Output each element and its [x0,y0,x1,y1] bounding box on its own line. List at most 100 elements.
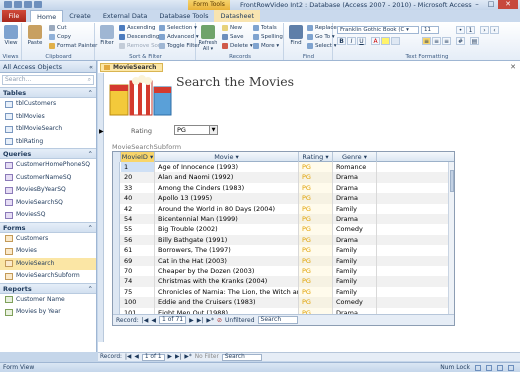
row-selector[interactable] [113,266,120,277]
movieid-cell[interactable]: 61 [121,245,155,256]
find-button[interactable]: Find [285,25,307,46]
genre-cell[interactable]: Family [333,286,377,298]
descending-button[interactable]: Descending [119,34,159,40]
close-document-icon[interactable]: ✕ [510,63,516,71]
new-record-nav-icon[interactable]: ▶* [184,354,191,360]
nav-item-moviesearchsq[interactable]: MovieSearchSQ [0,197,96,210]
font-size-combo[interactable]: 11 [421,26,439,34]
new-record-nav-icon[interactable]: ▶* [206,317,214,324]
table-row[interactable]: 74 Christmas with the Kranks (2004) PG Fami… [113,276,454,287]
table-row[interactable]: 1 Age of Innocence (1993) PG Romance [113,162,454,173]
design-view-icon[interactable] [508,365,514,371]
genre-cell[interactable]: Family [333,266,377,277]
movieid-cell[interactable]: 54 [121,214,155,225]
minimize-button[interactable]: – [470,0,484,9]
nav-section-forms[interactable]: Forms ⌃ [0,221,96,233]
alt-row-color-button[interactable]: ▤ [470,37,479,45]
last-record-icon[interactable]: ▶| [175,354,181,360]
font-color-button[interactable]: A [371,37,380,45]
genre-cell[interactable]: Romance [333,162,377,173]
record-position[interactable]: 1 of 1 [141,353,165,361]
gridlines-button[interactable]: # [456,37,465,45]
genre-cell[interactable]: Comedy [333,297,377,308]
nav-item-moviesbyyearsq[interactable]: MoviesByYearSQ [0,184,96,197]
genre-cell[interactable]: Drama [333,214,377,225]
prev-record-icon[interactable]: ◀ [151,317,156,324]
delete-record-button[interactable]: Delete ▾ [222,43,253,49]
nav-item-customers[interactable]: Customers [0,233,96,246]
nav-section-queries[interactable]: Queries ⌃ [0,148,96,159]
close-button[interactable]: ✕ [498,0,518,9]
tab-create[interactable]: Create [63,10,97,22]
column-header-genre[interactable]: Genre ▾ [333,152,377,162]
movieid-cell[interactable]: 56 [121,234,155,246]
indent-button[interactable]: › [480,26,489,34]
table-row[interactable]: 69 Cat in the Hat (2003) PG Family [113,255,454,266]
movie-cell[interactable]: Around the World in 80 Days (2004) [155,203,299,214]
first-record-icon[interactable]: |◀ [125,354,131,360]
movie-cell[interactable]: Borrowers, The (1997) [155,245,299,256]
nav-item-customer-name[interactable]: Customer Name [0,294,96,307]
movieid-cell[interactable]: 69 [121,255,155,266]
datasheet-view-icon[interactable] [486,365,492,371]
column-header-movieid[interactable]: MovieID ▾ [121,152,155,162]
nav-item-customernamesq[interactable]: CustomerNameSQ [0,172,96,185]
movie-cell[interactable]: Billy Bathgate (1991) [155,234,299,246]
last-record-icon[interactable]: ▶| [197,317,204,324]
go-to-button[interactable]: Go To ▾ [307,34,335,40]
genre-cell[interactable]: Family [333,203,377,214]
movieid-cell[interactable]: 75 [121,286,155,298]
row-selector[interactable] [113,214,120,225]
rating-cell[interactable]: PG [299,297,333,308]
undo-qat-icon[interactable] [24,1,32,8]
movieid-cell[interactable]: 42 [121,203,155,214]
nav-item-customerhomephonesq[interactable]: CustomerHomePhoneSQ [0,159,96,172]
rating-cell[interactable]: PG [299,234,333,246]
movieid-cell[interactable]: 1 [121,162,155,173]
row-selector[interactable] [113,297,120,308]
row-selector[interactable] [113,224,120,235]
movie-cell[interactable]: Bicentennial Man (1999) [155,214,299,225]
bullets-button[interactable]: • [456,26,465,34]
nav-item-tblrating[interactable]: tblRating [0,136,96,149]
movieid-cell[interactable]: 40 [121,193,155,204]
rating-cell[interactable]: PG [299,286,333,298]
genre-cell[interactable]: Family [333,245,377,256]
selection-button[interactable]: Selection ▾ [159,25,197,31]
section-collapse-icon[interactable]: ⌃ [88,223,93,233]
underline-button[interactable]: U [357,37,366,45]
layout-view-icon[interactable] [497,365,503,371]
toggle-filter-button[interactable]: Toggle Filter [159,43,200,49]
genre-cell[interactable]: Family [333,255,377,266]
rating-cell[interactable]: PG [299,255,333,266]
table-row[interactable]: 100 Eddie and the Cruisers (1983) PG Comedy [113,297,454,308]
movieid-cell[interactable]: 74 [121,276,155,287]
new-record-button[interactable]: New [222,25,242,31]
tab-datasheet[interactable]: Datasheet [214,10,261,22]
redo-qat-icon[interactable] [34,1,42,8]
rating-cell[interactable]: PG [299,266,333,277]
row-selector[interactable] [113,245,120,256]
row-selector[interactable] [113,162,120,173]
rating-cell[interactable]: PG [299,162,333,173]
table-row[interactable]: 55 Big Trouble (2002) PG Comedy [113,224,454,235]
sub-search-box[interactable]: Search [257,316,298,324]
section-collapse-icon[interactable]: ⌃ [88,284,93,294]
movieid-cell[interactable]: 100 [121,297,155,308]
table-row[interactable]: 75 Chronicles of Narnia: The Lion, the Wi… [113,286,454,298]
bold-button[interactable]: B [337,37,346,45]
align-center-button[interactable]: ≡ [432,37,441,45]
rating-cell[interactable]: PG [299,224,333,235]
table-row[interactable]: 20 Alan and Naomi (1992) PG Drama [113,172,454,183]
sub-record-position[interactable]: 1 of 71 [159,316,187,324]
tab-external-data[interactable]: External Data [97,10,154,22]
row-selector[interactable] [113,234,120,246]
maximize-button[interactable]: □ [484,0,498,9]
cut-button[interactable]: Cut [49,25,66,31]
movie-cell[interactable]: Cat in the Hat (2003) [155,255,299,266]
movie-cell[interactable]: Apollo 13 (1995) [155,193,299,204]
paste-button[interactable]: Paste [24,25,46,46]
rating-cell[interactable]: PG [299,214,333,225]
nav-search-input[interactable]: Search... ⌕ [2,75,94,85]
genre-cell[interactable]: Drama [333,234,377,246]
